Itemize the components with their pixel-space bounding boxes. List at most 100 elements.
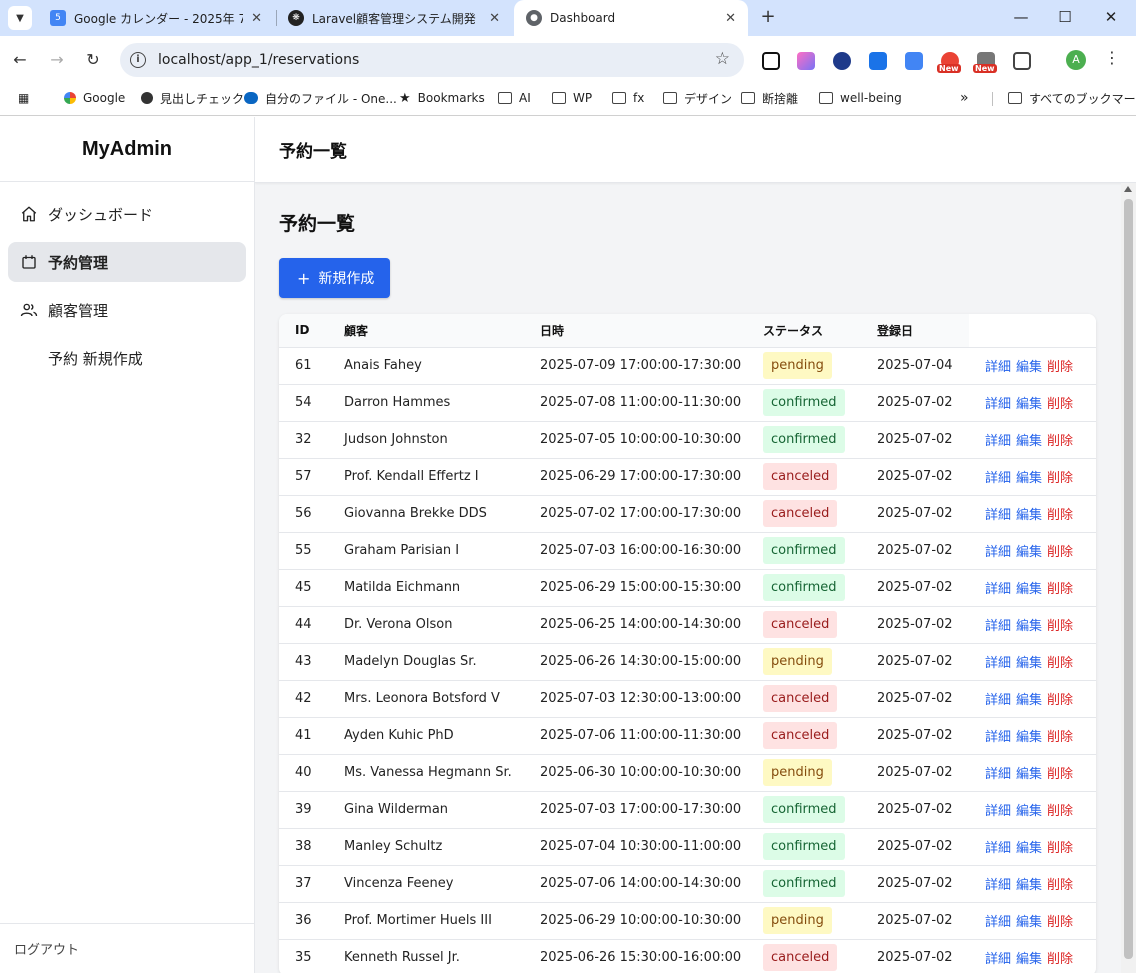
bookmark-folder-fx[interactable]: fx xyxy=(612,84,644,112)
edit-link[interactable]: 編集 xyxy=(1016,693,1042,708)
edit-link[interactable]: 編集 xyxy=(1016,508,1042,523)
delete-link[interactable]: 削除 xyxy=(1047,508,1073,523)
bookmark-google[interactable]: Google xyxy=(64,84,125,112)
browser-tab-dashboard[interactable]: ● Dashboard ✕ xyxy=(514,0,748,36)
edit-link[interactable]: 編集 xyxy=(1016,582,1042,597)
apps-grid-icon[interactable]: ▦ xyxy=(18,84,29,112)
detail-link[interactable]: 詳細 xyxy=(985,471,1011,486)
extension-trello-icon[interactable] xyxy=(869,52,887,70)
minimize-icon[interactable]: — xyxy=(998,0,1044,36)
browser-tab-laravel[interactable]: ❋ Laravel顧客管理システム開発 ✕ xyxy=(276,0,512,36)
detail-link[interactable]: 詳細 xyxy=(985,582,1011,597)
bookmark-onedrive[interactable]: 自分のファイル - One... xyxy=(244,84,397,112)
edit-link[interactable]: 編集 xyxy=(1016,619,1042,634)
delete-link[interactable]: 削除 xyxy=(1047,397,1073,412)
sidebar-item-dashboard[interactable]: ダッシュボード xyxy=(8,194,246,234)
detail-link[interactable]: 詳細 xyxy=(985,397,1011,412)
sidebar-item-customers[interactable]: 顧客管理 xyxy=(8,290,246,330)
sidebar-item-new-reservation[interactable]: 予約 新規作成 xyxy=(8,338,246,378)
tab-search-button[interactable]: ▼ xyxy=(8,6,32,30)
detail-link[interactable]: 詳細 xyxy=(985,804,1011,819)
delete-link[interactable]: 削除 xyxy=(1047,767,1073,782)
detail-link[interactable]: 詳細 xyxy=(985,619,1011,634)
detail-link[interactable]: 詳細 xyxy=(985,360,1011,375)
delete-link[interactable]: 削除 xyxy=(1047,693,1073,708)
forward-icon[interactable]: → xyxy=(45,48,69,72)
bookmark-midashi[interactable]: 見出しチェック xyxy=(141,84,244,112)
edit-link[interactable]: 編集 xyxy=(1016,656,1042,671)
delete-link[interactable]: 削除 xyxy=(1047,582,1073,597)
new-tab-button[interactable]: + xyxy=(756,5,780,29)
site-info-icon[interactable]: i xyxy=(130,52,146,68)
detail-link[interactable]: 詳細 xyxy=(985,878,1011,893)
detail-link[interactable]: 詳細 xyxy=(985,508,1011,523)
browser-menu-icon[interactable]: ⋮ xyxy=(1104,48,1120,67)
bookmark-folder-wp[interactable]: WP xyxy=(552,84,592,112)
all-bookmarks-folder[interactable]: すべてのブックマーク xyxy=(1008,84,1136,112)
new-reservation-button[interactable]: + 新規作成 xyxy=(279,258,391,298)
edit-link[interactable]: 編集 xyxy=(1016,471,1042,486)
edit-link[interactable]: 編集 xyxy=(1016,952,1042,967)
page-scrollbar[interactable] xyxy=(1121,183,1136,973)
detail-link[interactable]: 詳細 xyxy=(985,915,1011,930)
url-text[interactable]: localhost/app_1/reservations xyxy=(158,52,359,68)
bookmark-bookmarks[interactable]: ★ Bookmarks xyxy=(399,84,485,112)
edit-link[interactable]: 編集 xyxy=(1016,878,1042,893)
address-bar[interactable]: i localhost/app_1/reservations ☆ xyxy=(120,43,744,77)
edit-link[interactable]: 編集 xyxy=(1016,804,1042,819)
extension-gradient-icon[interactable] xyxy=(797,52,815,70)
edit-link[interactable]: 編集 xyxy=(1016,767,1042,782)
logout-link[interactable]: ログアウト xyxy=(0,923,254,973)
edit-link[interactable]: 編集 xyxy=(1016,841,1042,856)
detail-link[interactable]: 詳細 xyxy=(985,730,1011,745)
translate-icon[interactable] xyxy=(905,52,923,70)
delete-link[interactable]: 削除 xyxy=(1047,619,1073,634)
delete-link[interactable]: 削除 xyxy=(1047,545,1073,560)
edit-link[interactable]: 編集 xyxy=(1016,915,1042,930)
close-tab-icon[interactable]: ✕ xyxy=(489,11,500,26)
edit-link[interactable]: 編集 xyxy=(1016,360,1042,375)
close-tab-icon[interactable]: ✕ xyxy=(251,11,262,26)
back-icon[interactable]: ← xyxy=(8,48,32,72)
detail-link[interactable]: 詳細 xyxy=(985,434,1011,449)
profile-avatar[interactable]: A xyxy=(1066,50,1086,70)
edit-link[interactable]: 編集 xyxy=(1016,545,1042,560)
delete-link[interactable]: 削除 xyxy=(1047,878,1073,893)
delete-link[interactable]: 削除 xyxy=(1047,434,1073,449)
delete-link[interactable]: 削除 xyxy=(1047,915,1073,930)
scroll-up-icon[interactable] xyxy=(1124,186,1132,192)
close-tab-icon[interactable]: ✕ xyxy=(725,11,736,26)
delete-link[interactable]: 削除 xyxy=(1047,841,1073,856)
browser-tab-calendar[interactable]: 5 Google カレンダー - 2025年 7月 ✕ xyxy=(38,0,274,36)
edit-link[interactable]: 編集 xyxy=(1016,730,1042,745)
bookmark-folder-wellbeing[interactable]: well-being xyxy=(819,84,902,112)
detail-link[interactable]: 詳細 xyxy=(985,952,1011,967)
brand-logo[interactable]: MyAdmin xyxy=(0,117,254,182)
bookmark-folder-ai[interactable]: AI xyxy=(498,84,531,112)
sidebar-item-reservations[interactable]: 予約管理 xyxy=(8,242,246,282)
extensions-puzzle-icon[interactable] xyxy=(1013,52,1031,70)
more-bookmarks-icon[interactable]: » xyxy=(960,84,969,112)
bookmark-folder-danshari[interactable]: 断捨離 xyxy=(741,84,798,112)
detail-link[interactable]: 詳細 xyxy=(985,656,1011,671)
maximize-icon[interactable]: ☐ xyxy=(1042,0,1088,36)
scrollbar-thumb[interactable] xyxy=(1124,199,1133,959)
extension-check-icon[interactable] xyxy=(833,52,851,70)
close-window-icon[interactable]: ✕ xyxy=(1088,0,1134,36)
delete-link[interactable]: 削除 xyxy=(1047,804,1073,819)
detail-link[interactable]: 詳細 xyxy=(985,693,1011,708)
edit-link[interactable]: 編集 xyxy=(1016,397,1042,412)
extension-send-icon[interactable] xyxy=(762,52,780,70)
delete-link[interactable]: 削除 xyxy=(1047,952,1073,967)
detail-link[interactable]: 詳細 xyxy=(985,767,1011,782)
detail-link[interactable]: 詳細 xyxy=(985,545,1011,560)
delete-link[interactable]: 削除 xyxy=(1047,471,1073,486)
delete-link[interactable]: 削除 xyxy=(1047,730,1073,745)
bookmark-folder-design[interactable]: デザイン xyxy=(663,84,732,112)
delete-link[interactable]: 削除 xyxy=(1047,360,1073,375)
bookmark-star-icon[interactable]: ☆ xyxy=(715,49,730,69)
delete-link[interactable]: 削除 xyxy=(1047,656,1073,671)
edit-link[interactable]: 編集 xyxy=(1016,434,1042,449)
reload-icon[interactable]: ↻ xyxy=(81,48,105,72)
detail-link[interactable]: 詳細 xyxy=(985,841,1011,856)
